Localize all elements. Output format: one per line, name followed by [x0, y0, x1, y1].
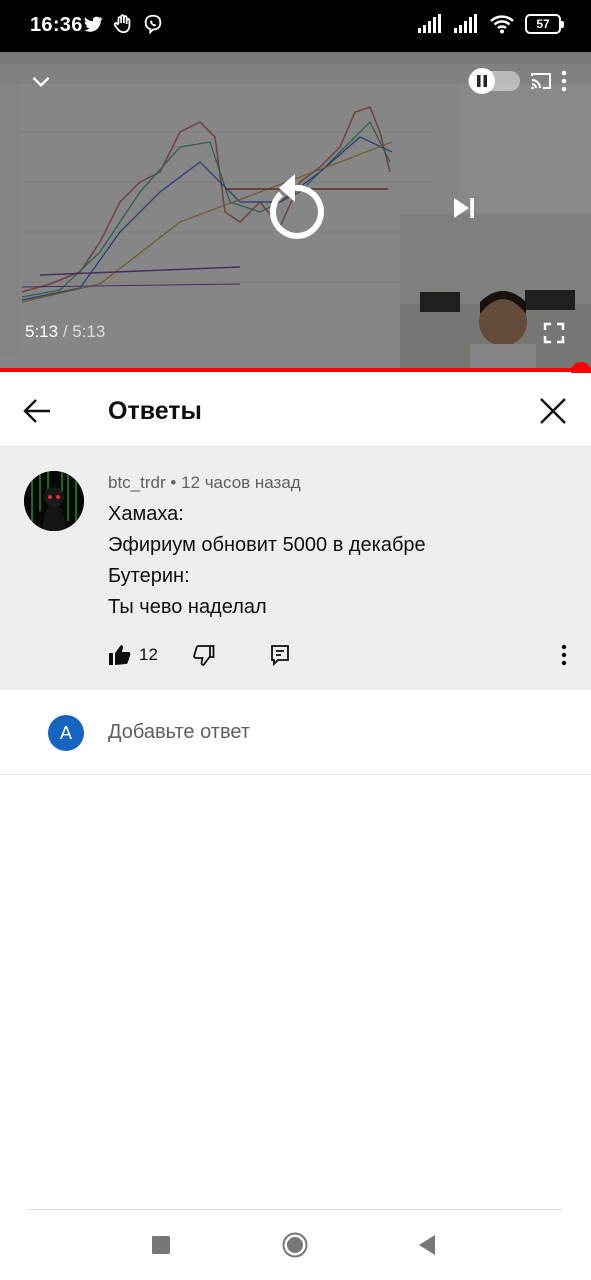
system-icons: 57: [417, 13, 564, 35]
progress-bar[interactable]: [0, 368, 591, 372]
comment-line: Бутерин:: [108, 565, 190, 587]
page-title: Ответы: [108, 397, 202, 425]
comment: btc_trdr • 12 часов назад Хамаха: Эфириу…: [0, 447, 591, 690]
add-reply-row: A: [0, 690, 591, 775]
comment-meta: btc_trdr • 12 часов назад: [108, 473, 301, 493]
signal-icon: [418, 14, 441, 33]
skip-next-icon: [454, 198, 474, 218]
fullscreen-button[interactable]: [541, 320, 567, 346]
chevron-down-icon: [32, 76, 50, 88]
comment-more-button[interactable]: [554, 643, 574, 667]
hand-icon: [113, 14, 131, 34]
fullscreen-icon: [543, 322, 565, 344]
player-more-button[interactable]: [552, 66, 576, 96]
like-count: 12: [139, 645, 158, 664]
replies-header: Ответы: [0, 373, 591, 447]
close-icon: [540, 398, 566, 424]
current-time: 5:13: [25, 322, 59, 341]
comment-text: Хамаха: Эфириум обновит 5000 в декабре Б…: [108, 499, 426, 623]
thumbs-down-icon: [193, 645, 215, 666]
duration: 5:13: [72, 322, 106, 341]
meta-dot: •: [170, 473, 177, 492]
replay-icon: [269, 174, 324, 239]
autoplay-toggle[interactable]: [464, 66, 524, 96]
notification-icons: [82, 13, 164, 35]
viber-icon: [144, 14, 162, 35]
like-button[interactable]: [108, 643, 132, 667]
dislike-button[interactable]: [193, 643, 217, 667]
avatar[interactable]: [24, 471, 84, 531]
home-icon: [282, 1232, 308, 1258]
avatar-image: [24, 471, 84, 531]
status-bar: 16:36 57: [0, 0, 591, 52]
comment-actions: 12: [0, 639, 591, 675]
back-nav-button[interactable]: [410, 1228, 444, 1262]
nav-divider: [28, 1209, 563, 1210]
time-readout: 5:13 / 5:13: [25, 322, 105, 342]
comment-time: 12 часов назад: [181, 473, 301, 492]
time-separator: /: [62, 322, 68, 341]
cast-icon: [531, 73, 551, 90]
back-button[interactable]: [18, 391, 58, 431]
status-time: 16:36: [30, 14, 83, 36]
signal-icon: [454, 14, 477, 33]
user-avatar: A: [48, 715, 84, 751]
arrow-back-icon: [23, 399, 50, 423]
video-player[interactable]: 5:13 / 5:13: [0, 52, 591, 368]
comment-author[interactable]: btc_trdr: [108, 473, 166, 492]
wifi-icon: [490, 15, 514, 34]
battery-icon: 57: [525, 14, 564, 34]
collapse-button[interactable]: [26, 66, 56, 96]
reply-icon: [271, 645, 289, 667]
more-vert-icon: [561, 70, 567, 92]
comment-line: Эфириум обновит 5000 в декабре: [108, 534, 426, 556]
comment-line: Хамаха:: [108, 503, 184, 525]
next-button[interactable]: [446, 190, 482, 226]
close-button[interactable]: [533, 391, 573, 431]
back-icon: [419, 1235, 435, 1255]
reply-button[interactable]: [268, 643, 292, 667]
add-reply-input[interactable]: [108, 721, 528, 744]
home-button[interactable]: [278, 1228, 312, 1262]
more-vert-icon: [561, 644, 567, 666]
recents-button[interactable]: [144, 1228, 178, 1262]
comment-line: Ты чево наделал: [108, 596, 267, 618]
replay-button[interactable]: [262, 170, 328, 242]
pause-icon: [468, 68, 520, 94]
thumbs-up-icon: [109, 645, 131, 665]
recents-icon: [152, 1236, 170, 1254]
twitter-icon: [84, 16, 103, 32]
